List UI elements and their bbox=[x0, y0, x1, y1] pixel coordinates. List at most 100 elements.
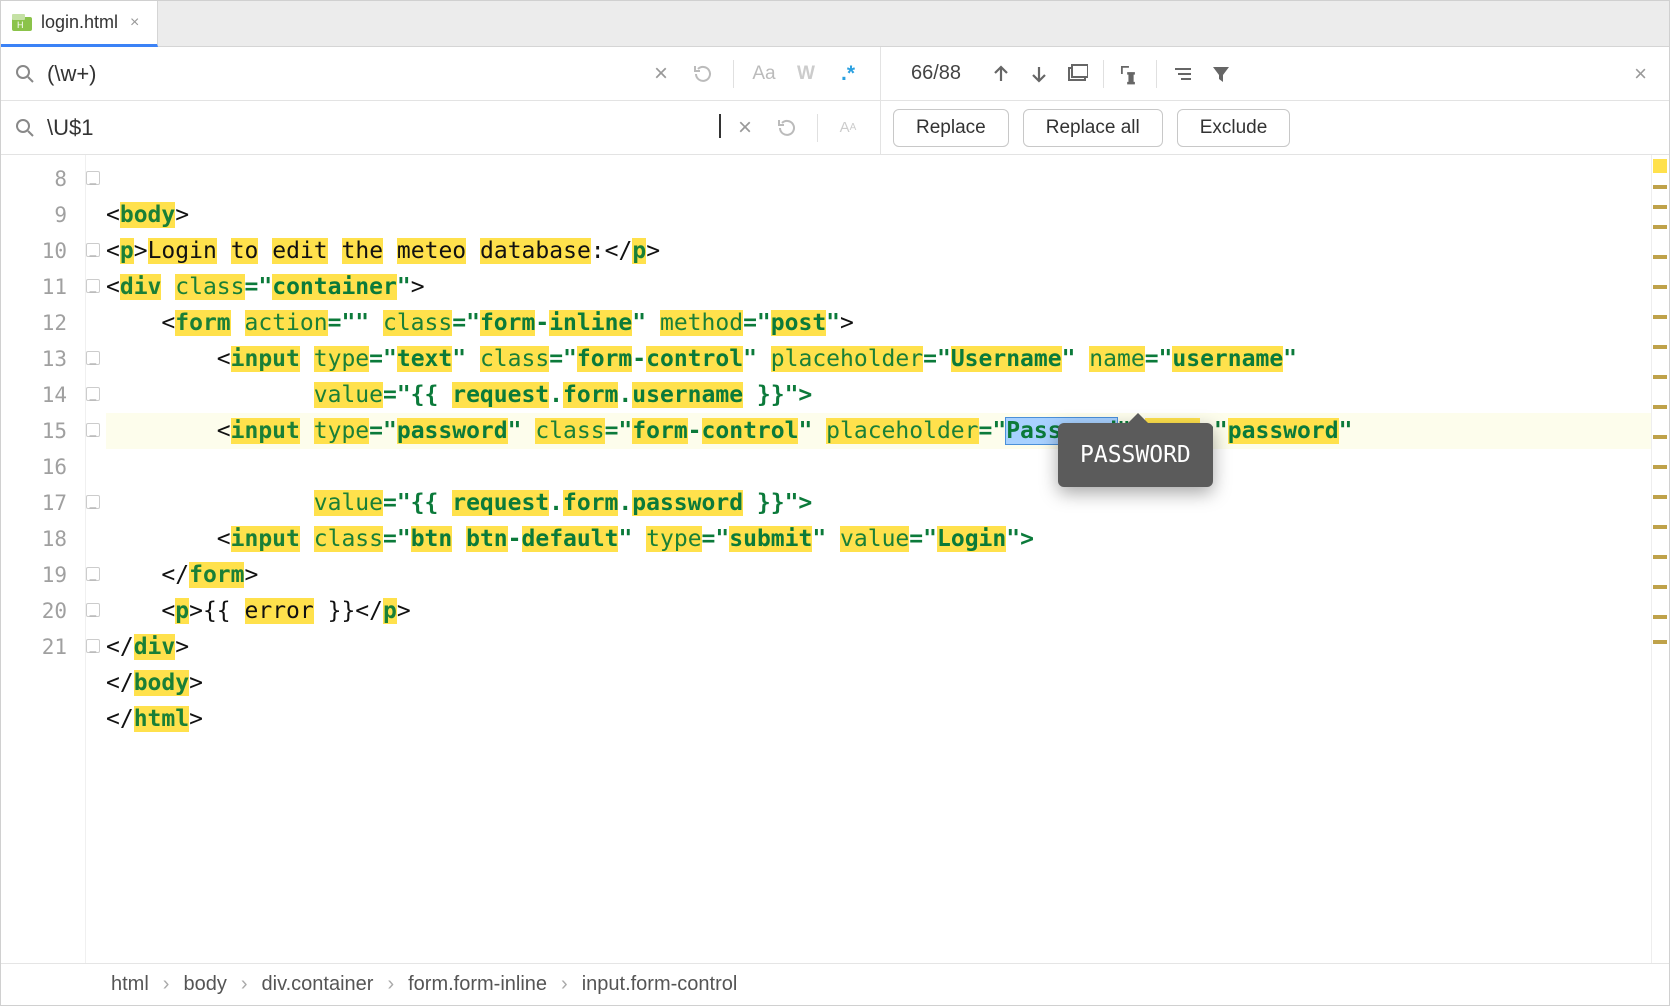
code-line: </body> bbox=[106, 670, 203, 696]
marker bbox=[1653, 405, 1667, 409]
code-line: <p>Login to edit the meteo database:</p> bbox=[106, 238, 660, 264]
marker-strip[interactable] bbox=[1651, 155, 1669, 963]
fold-toggle-icon[interactable] bbox=[86, 387, 100, 401]
breadcrumb-item[interactable]: div.container bbox=[262, 973, 374, 996]
replace-preview-tooltip: PASSWORD bbox=[1058, 423, 1213, 487]
breadcrumb-item[interactable]: form.form-inline bbox=[408, 973, 547, 996]
line-number: 19 bbox=[1, 557, 67, 593]
clear-find-icon[interactable]: × bbox=[645, 58, 677, 90]
marker bbox=[1653, 435, 1667, 439]
chevron-right-icon: › bbox=[387, 973, 394, 996]
preserve-case-icon[interactable]: AA bbox=[832, 112, 864, 144]
code-line: </div> bbox=[106, 634, 189, 660]
find-bar: × Aa W .* 66/88 ][ × bbox=[1, 47, 1669, 101]
html-file-icon: H bbox=[11, 12, 33, 34]
select-all-occurrences-icon[interactable] bbox=[1061, 58, 1093, 90]
breadcrumb-item[interactable]: body bbox=[183, 973, 226, 996]
fold-toggle-icon[interactable] bbox=[86, 171, 100, 185]
divider bbox=[1156, 60, 1157, 88]
fold-gutter bbox=[86, 155, 106, 963]
line-number: 16 bbox=[1, 449, 67, 485]
chevron-right-icon: › bbox=[561, 973, 568, 996]
tab-filename: login.html bbox=[41, 12, 118, 33]
editor-tab[interactable]: H login.html × bbox=[1, 1, 158, 47]
marker bbox=[1653, 255, 1667, 259]
whole-word-toggle[interactable]: W bbox=[790, 58, 822, 90]
close-find-panel-icon[interactable]: × bbox=[1624, 61, 1657, 87]
chevron-right-icon: › bbox=[163, 973, 170, 996]
marker bbox=[1653, 285, 1667, 289]
marker bbox=[1653, 495, 1667, 499]
marker bbox=[1653, 315, 1667, 319]
marker bbox=[1653, 615, 1667, 619]
find-options: × Aa W .* bbox=[637, 58, 872, 90]
fold-toggle-icon[interactable] bbox=[86, 495, 100, 509]
find-input-wrap: × Aa W .* bbox=[1, 47, 881, 100]
search-icon[interactable] bbox=[9, 58, 41, 90]
line-number: 18 bbox=[1, 521, 67, 557]
code-line: <input class="btn btn-default" type="sub… bbox=[106, 526, 1034, 552]
replace-search-icon[interactable] bbox=[9, 112, 41, 144]
code-line: <body> bbox=[106, 202, 189, 228]
marker bbox=[1653, 525, 1667, 529]
find-input[interactable] bbox=[41, 61, 637, 87]
line-number: 9 bbox=[1, 197, 67, 233]
code-line: value="{{ request.form.username }}"> bbox=[106, 382, 812, 408]
new-search-session-icon[interactable]: ][ bbox=[1114, 58, 1146, 90]
replace-history-icon[interactable] bbox=[771, 112, 803, 144]
tab-bar: H login.html × bbox=[1, 1, 1669, 47]
fold-toggle-icon[interactable] bbox=[86, 603, 100, 617]
divider bbox=[817, 114, 818, 142]
replace-bar: × AA Replace Replace all Exclude bbox=[1, 101, 1669, 155]
fold-toggle-icon[interactable] bbox=[86, 351, 100, 365]
divider bbox=[733, 60, 734, 88]
line-number: 8 bbox=[1, 161, 67, 197]
find-history-icon[interactable] bbox=[687, 58, 719, 90]
fold-toggle-icon[interactable] bbox=[86, 243, 100, 257]
breadcrumb-item[interactable]: input.form-control bbox=[582, 973, 738, 996]
code-line: <form action="" class="form-inline" meth… bbox=[106, 310, 854, 336]
clear-replace-icon[interactable]: × bbox=[729, 112, 761, 144]
breadcrumb-item[interactable]: html bbox=[111, 973, 149, 996]
text-cursor bbox=[719, 114, 721, 138]
marker bbox=[1653, 345, 1667, 349]
line-number: 13 bbox=[1, 341, 67, 377]
match-count: 66/88 bbox=[893, 62, 979, 85]
regex-toggle[interactable]: .* bbox=[832, 58, 864, 90]
chevron-right-icon: › bbox=[241, 973, 248, 996]
marker bbox=[1653, 640, 1667, 644]
next-match-icon[interactable] bbox=[1023, 58, 1055, 90]
marker bbox=[1653, 465, 1667, 469]
code-line-current: <input type="password" class="form-contr… bbox=[106, 413, 1651, 449]
replace-input[interactable] bbox=[41, 115, 718, 141]
replace-button[interactable]: Replace bbox=[893, 109, 1009, 147]
fold-toggle-icon[interactable] bbox=[86, 567, 100, 581]
line-number: 17 bbox=[1, 485, 67, 521]
line-number: 12 bbox=[1, 305, 67, 341]
replace-input-wrap: × AA bbox=[1, 101, 881, 154]
svg-text:H: H bbox=[17, 20, 24, 30]
line-number-gutter: 8 9 10 11 12 13 14 15 16 17 18 19 20 21 bbox=[1, 155, 86, 963]
replace-all-button[interactable]: Replace all bbox=[1023, 109, 1163, 147]
fold-toggle-icon[interactable] bbox=[86, 279, 100, 293]
line-number: 20 bbox=[1, 593, 67, 629]
code-area[interactable]: <body> <p>Login to edit the meteo databa… bbox=[106, 155, 1651, 963]
code-line: </form> bbox=[106, 562, 258, 588]
code-line: <div class="container"> bbox=[106, 274, 425, 300]
close-tab-icon[interactable]: × bbox=[126, 14, 143, 32]
match-case-toggle[interactable]: Aa bbox=[748, 58, 780, 90]
fold-toggle-icon[interactable] bbox=[86, 639, 100, 653]
marker bbox=[1653, 225, 1667, 229]
replace-options: × AA bbox=[721, 112, 872, 144]
filter-icon[interactable] bbox=[1205, 58, 1237, 90]
svg-text:][: ][ bbox=[1128, 72, 1134, 84]
code-line: <input type="text" class="form-control" … bbox=[106, 346, 1297, 372]
find-settings-icon[interactable] bbox=[1167, 58, 1199, 90]
exclude-button[interactable]: Exclude bbox=[1177, 109, 1291, 147]
code-line: <p>{{ error }}</p> bbox=[106, 598, 411, 624]
editor: 8 9 10 11 12 13 14 15 16 17 18 19 20 21 … bbox=[1, 155, 1669, 963]
marker bbox=[1653, 159, 1667, 173]
fold-toggle-icon[interactable] bbox=[86, 423, 100, 437]
line-number: 10 bbox=[1, 233, 67, 269]
prev-match-icon[interactable] bbox=[985, 58, 1017, 90]
